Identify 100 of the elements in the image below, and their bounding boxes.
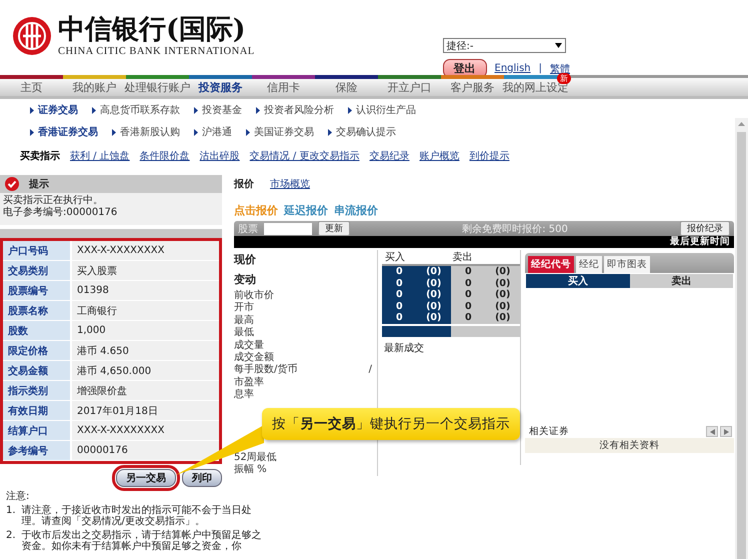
ask-cell: 0: [451, 266, 486, 278]
check-icon: [5, 177, 19, 191]
function-tab[interactable]: 获利 / 止蚀盘: [70, 149, 130, 169]
nav-tab[interactable]: 投资服务: [189, 75, 252, 96]
quote-history-button[interactable]: 报价纪录: [680, 221, 730, 236]
nav-tab[interactable]: 信用卡: [252, 75, 315, 96]
bullet-icon: [256, 106, 260, 114]
sub-nav-link[interactable]: 认识衍生产品: [348, 103, 416, 117]
bid-cell: 0: [382, 278, 416, 289]
sub-nav-link[interactable]: 香港新股认购: [112, 125, 180, 139]
note-text: 于收市后发出之交易指示，请于结算帐户中预留足够之资金。如你未有于结算帐户中预留足够之资金，你: [22, 530, 263, 552]
shortcut-dropdown[interactable]: 捷径:-: [442, 38, 566, 53]
last-update-bar: 最后更新时间: [234, 236, 734, 248]
notice-text: 电子参考编号:00000176: [3, 207, 118, 219]
function-tab[interactable]: 交易情况 / 更改交易指示: [250, 149, 360, 169]
ask-cell: 0: [451, 312, 486, 324]
function-tab[interactable]: 买卖指示: [20, 149, 60, 169]
function-tab[interactable]: 条件限价盘: [140, 149, 190, 169]
field-value: XXX-X-XXXXXXXX: [76, 244, 164, 258]
bullet-icon: [30, 128, 34, 136]
quote-field-label: 开市: [234, 302, 254, 314]
sub-nav-link[interactable]: 证券交易: [30, 103, 78, 117]
notes-title: 注意:: [6, 491, 30, 502]
field-value: 港币 4.650: [76, 344, 129, 358]
ask-cell: (0): [486, 289, 520, 300]
bid-cell: 0: [382, 312, 416, 324]
bid-bar: [382, 326, 451, 336]
quote-field-label: 振幅 %: [234, 464, 267, 476]
nav-tab[interactable]: 我的账户: [63, 75, 126, 96]
notice-text: 买卖指示正在执行中。: [3, 195, 104, 206]
ask-cell: (0): [486, 312, 520, 324]
bank-name: 中信银行(国际): [58, 14, 247, 46]
sub-nav-link[interactable]: 香港证券交易: [30, 125, 98, 139]
sub-nav-link[interactable]: 高息货币联系存款: [92, 103, 180, 117]
field-label: 股票名称: [3, 301, 72, 320]
bullet-icon: [328, 128, 332, 136]
language-link[interactable]: English: [494, 63, 531, 74]
broker-tab[interactable]: 经纪代号: [528, 256, 574, 273]
price-label: 变动: [234, 272, 257, 288]
nav-tab[interactable]: 主页: [0, 75, 63, 96]
sub-nav-link[interactable]: 投资基金: [194, 103, 242, 117]
note-number: 1.: [6, 505, 16, 518]
side-tab[interactable]: 买入: [526, 274, 630, 288]
refresh-button[interactable]: 更新: [318, 221, 350, 236]
field-label: 股票编号: [3, 281, 72, 300]
quote-mode-tab[interactable]: 延迟报价: [284, 203, 328, 221]
field-label: 限定价格: [3, 341, 72, 360]
field-label: 股数: [3, 321, 72, 340]
quote-field-label: 市盈率: [234, 376, 264, 388]
separator: |: [538, 63, 542, 74]
sub-nav-link[interactable]: 交易确认提示: [328, 125, 396, 139]
function-tab[interactable]: 沽出碎股: [200, 149, 240, 169]
bullet-icon: [92, 106, 96, 114]
scrollbar[interactable]: [735, 118, 748, 559]
sub-nav-link[interactable]: 沪港通: [194, 125, 232, 139]
nav-tab[interactable]: 保险: [315, 75, 378, 96]
new-badge: 新: [557, 73, 571, 84]
side-tab[interactable]: 卖出: [630, 274, 733, 288]
language-link[interactable]: 繁體: [550, 62, 570, 76]
field-value: XXX-X-XXXXXXXX: [76, 424, 164, 438]
field-label: 结算户口: [3, 421, 72, 440]
field-label: 有效日期: [3, 401, 72, 420]
quote-field-label: 最高: [234, 314, 254, 327]
free-quotes-text: 剩余免费即时报价: 500: [462, 222, 568, 236]
previous-button[interactable]: [706, 426, 718, 437]
depth-header: 卖出: [452, 250, 474, 264]
nav-tab[interactable]: 开立户口: [378, 75, 441, 96]
quote-field-label: 成交量: [234, 340, 264, 352]
related-securities-label: 相关证券: [529, 425, 569, 438]
bid-cell: 0: [382, 266, 416, 278]
field-label: 指示类别: [3, 381, 72, 400]
function-tab[interactable]: 账户概览: [419, 149, 460, 169]
stock-input[interactable]: [264, 222, 312, 234]
bullet-icon: [246, 128, 250, 136]
bank-name-english: CHINA CITIC BANK INTERNATIONAL: [58, 46, 255, 57]
field-value: 增强限价盘: [76, 384, 127, 398]
next-button[interactable]: [720, 426, 732, 437]
market-overview-link[interactable]: 市场概览: [270, 177, 310, 203]
field-value: 1,000: [76, 324, 106, 338]
bullet-icon: [194, 106, 198, 114]
quote-field-label: 52周最低: [234, 452, 277, 464]
quote-title: 报价: [234, 178, 254, 192]
nav-tab[interactable]: 处理银行账户: [126, 75, 189, 96]
sub-nav-link[interactable]: 美国证券交易: [246, 125, 314, 139]
function-tab[interactable]: 到价提示: [469, 149, 510, 169]
nav-tab[interactable]: 客户服务: [441, 75, 504, 96]
field-value: 00000176: [76, 444, 128, 458]
sub-nav-link[interactable]: 投资者风险分析: [256, 103, 334, 117]
quote-field-label: 每手股数/货币: [234, 364, 298, 376]
note-number: 2.: [6, 530, 16, 543]
depth-header: 买入: [385, 250, 406, 264]
function-tab[interactable]: 交易纪录: [369, 149, 410, 169]
bullet-icon: [348, 106, 352, 114]
ask-cell: 0: [451, 300, 486, 312]
broker-tab[interactable]: 经纪: [576, 256, 602, 273]
left-arrow-icon: [710, 428, 714, 434]
broker-tab[interactable]: 即市图表: [604, 256, 650, 273]
bid-cell: (0): [416, 289, 451, 300]
action-button[interactable]: 列印: [182, 469, 222, 487]
quote-mode-tab[interactable]: 串流报价: [334, 203, 378, 221]
